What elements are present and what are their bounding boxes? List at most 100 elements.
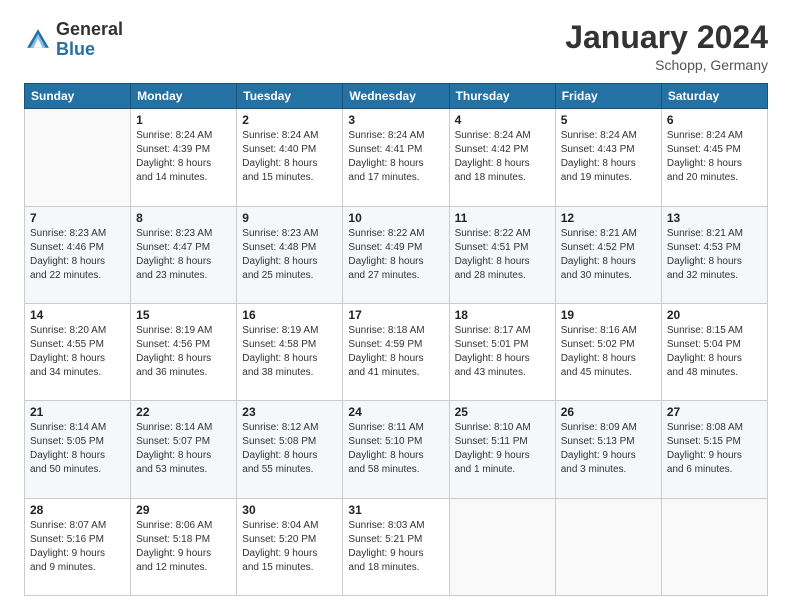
calendar-cell: 26 Sunrise: 8:09 AMSunset: 5:13 PMDayligh… xyxy=(555,401,661,498)
day-number: 20 xyxy=(667,308,762,322)
day-info: Sunrise: 8:23 AMSunset: 4:48 PMDaylight:… xyxy=(242,227,337,283)
col-header-thursday: Thursday xyxy=(449,84,555,109)
day-info: Sunrise: 8:17 AMSunset: 5:01 PMDaylight:… xyxy=(455,324,550,380)
day-number: 16 xyxy=(242,308,337,322)
col-header-monday: Monday xyxy=(131,84,237,109)
calendar-cell: 19 Sunrise: 8:16 AMSunset: 5:02 PMDayligh… xyxy=(555,303,661,400)
day-info: Sunrise: 8:19 AMSunset: 4:58 PMDaylight:… xyxy=(242,324,337,380)
calendar-cell: 2 Sunrise: 8:24 AMSunset: 4:40 PMDaylight… xyxy=(237,109,343,206)
day-number: 28 xyxy=(30,503,125,517)
day-number: 11 xyxy=(455,211,550,225)
calendar-cell: 6 Sunrise: 8:24 AMSunset: 4:45 PMDaylight… xyxy=(661,109,767,206)
day-number: 17 xyxy=(348,308,443,322)
day-info: Sunrise: 8:14 AMSunset: 5:05 PMDaylight:… xyxy=(30,421,125,477)
day-info: Sunrise: 8:10 AMSunset: 5:11 PMDaylight:… xyxy=(455,421,550,477)
calendar-cell: 3Sunrise: 8:24 AMSunset: 4:41 PMDaylight… xyxy=(343,109,449,206)
day-info: Sunrise: 8:06 AMSunset: 5:18 PMDaylight:… xyxy=(136,519,231,575)
day-info: Sunrise: 8:18 AMSunset: 4:59 PMDaylight:… xyxy=(348,324,443,380)
calendar-cell: 15 Sunrise: 8:19 AMSunset: 4:56 PMDayligh… xyxy=(131,303,237,400)
calendar-cell: 13Sunrise: 8:21 AMSunset: 4:53 PMDayligh… xyxy=(661,206,767,303)
col-header-sunday: Sunday xyxy=(25,84,131,109)
day-info: Sunrise: 8:24 AMSunset: 4:42 PMDaylight:… xyxy=(455,129,550,185)
day-number: 24 xyxy=(348,405,443,419)
week-row-5: 28Sunrise: 8:07 AMSunset: 5:16 PMDayligh… xyxy=(25,498,768,595)
day-info: Sunrise: 8:22 AMSunset: 4:51 PMDaylight:… xyxy=(455,227,550,283)
day-number: 14 xyxy=(30,308,125,322)
calendar-cell: 17 Sunrise: 8:18 AMSunset: 4:59 PMDayligh… xyxy=(343,303,449,400)
day-number: 4 xyxy=(455,113,550,127)
calendar-cell: 7Sunrise: 8:23 AMSunset: 4:46 PMDaylight… xyxy=(25,206,131,303)
day-info: Sunrise: 8:24 AMSunset: 4:43 PMDaylight:… xyxy=(561,129,656,185)
day-number: 1 xyxy=(136,113,231,127)
calendar-cell: 20Sunrise: 8:15 AMSunset: 5:04 PMDayligh… xyxy=(661,303,767,400)
day-info: Sunrise: 8:09 AMSunset: 5:13 PMDaylight:… xyxy=(561,421,656,477)
day-number: 25 xyxy=(455,405,550,419)
day-info: Sunrise: 8:22 AMSunset: 4:49 PMDaylight:… xyxy=(348,227,443,283)
day-info: Sunrise: 8:23 AMSunset: 4:47 PMDaylight:… xyxy=(136,227,231,283)
calendar-cell: 29 Sunrise: 8:06 AMSunset: 5:18 PMDayligh… xyxy=(131,498,237,595)
day-info: Sunrise: 8:24 AMSunset: 4:45 PMDaylight:… xyxy=(667,129,762,185)
logo-line1: General xyxy=(56,20,123,40)
month-title: January 2024 xyxy=(565,20,768,55)
calendar-cell: 24 Sunrise: 8:11 AMSunset: 5:10 PMDayligh… xyxy=(343,401,449,498)
day-info: Sunrise: 8:12 AMSunset: 5:08 PMDaylight:… xyxy=(242,421,337,477)
week-row-3: 14Sunrise: 8:20 AMSunset: 4:55 PMDayligh… xyxy=(25,303,768,400)
day-info: Sunrise: 8:24 AMSunset: 4:39 PMDaylight:… xyxy=(136,129,231,185)
page: General Blue January 2024 Schopp, German… xyxy=(0,0,792,612)
day-info: Sunrise: 8:11 AMSunset: 5:10 PMDaylight:… xyxy=(348,421,443,477)
calendar-cell: 22Sunrise: 8:14 AMSunset: 5:07 PMDayligh… xyxy=(131,401,237,498)
title-block: January 2024 Schopp, Germany xyxy=(565,20,768,73)
day-info: Sunrise: 8:16 AMSunset: 5:02 PMDaylight:… xyxy=(561,324,656,380)
calendar-cell: 12 Sunrise: 8:21 AMSunset: 4:52 PMDayligh… xyxy=(555,206,661,303)
day-number: 21 xyxy=(30,405,125,419)
day-number: 31 xyxy=(348,503,443,517)
day-info: Sunrise: 8:21 AMSunset: 4:52 PMDaylight:… xyxy=(561,227,656,283)
calendar-cell: 1 Sunrise: 8:24 AMSunset: 4:39 PMDaylight… xyxy=(131,109,237,206)
calendar-cell: 10 Sunrise: 8:22 AMSunset: 4:49 PMDayligh… xyxy=(343,206,449,303)
calendar-cell xyxy=(449,498,555,595)
calendar-cell xyxy=(661,498,767,595)
calendar-header-row: SundayMondayTuesdayWednesdayThursdayFrid… xyxy=(25,84,768,109)
day-number: 9 xyxy=(242,211,337,225)
day-info: Sunrise: 8:04 AMSunset: 5:20 PMDaylight:… xyxy=(242,519,337,575)
day-info: Sunrise: 8:21 AMSunset: 4:53 PMDaylight:… xyxy=(667,227,762,283)
calendar-cell: 8 Sunrise: 8:23 AMSunset: 4:47 PMDaylight… xyxy=(131,206,237,303)
day-number: 12 xyxy=(561,211,656,225)
day-number: 23 xyxy=(242,405,337,419)
calendar-cell: 21 Sunrise: 8:14 AMSunset: 5:05 PMDayligh… xyxy=(25,401,131,498)
day-info: Sunrise: 8:03 AMSunset: 5:21 PMDaylight:… xyxy=(348,519,443,575)
week-row-1: 1 Sunrise: 8:24 AMSunset: 4:39 PMDaylight… xyxy=(25,109,768,206)
day-info: Sunrise: 8:08 AMSunset: 5:15 PMDaylight:… xyxy=(667,421,762,477)
day-number: 2 xyxy=(242,113,337,127)
calendar-cell: 5 Sunrise: 8:24 AMSunset: 4:43 PMDaylight… xyxy=(555,109,661,206)
week-row-2: 7Sunrise: 8:23 AMSunset: 4:46 PMDaylight… xyxy=(25,206,768,303)
location-subtitle: Schopp, Germany xyxy=(565,57,768,73)
day-number: 15 xyxy=(136,308,231,322)
col-header-tuesday: Tuesday xyxy=(237,84,343,109)
calendar-cell xyxy=(555,498,661,595)
calendar-cell: 16 Sunrise: 8:19 AMSunset: 4:58 PMDayligh… xyxy=(237,303,343,400)
day-info: Sunrise: 8:24 AMSunset: 4:40 PMDaylight:… xyxy=(242,129,337,185)
calendar-cell: 27Sunrise: 8:08 AMSunset: 5:15 PMDayligh… xyxy=(661,401,767,498)
day-number: 26 xyxy=(561,405,656,419)
logo-icon xyxy=(24,26,52,54)
day-number: 5 xyxy=(561,113,656,127)
col-header-wednesday: Wednesday xyxy=(343,84,449,109)
calendar-table: SundayMondayTuesdayWednesdayThursdayFrid… xyxy=(24,83,768,596)
col-header-friday: Friday xyxy=(555,84,661,109)
day-number: 29 xyxy=(136,503,231,517)
calendar-cell xyxy=(25,109,131,206)
day-info: Sunrise: 8:19 AMSunset: 4:56 PMDaylight:… xyxy=(136,324,231,380)
day-number: 8 xyxy=(136,211,231,225)
calendar-cell: 9 Sunrise: 8:23 AMSunset: 4:48 PMDaylight… xyxy=(237,206,343,303)
calendar-cell: 23 Sunrise: 8:12 AMSunset: 5:08 PMDayligh… xyxy=(237,401,343,498)
day-number: 3 xyxy=(348,113,443,127)
logo-text: General Blue xyxy=(56,20,123,60)
calendar-cell: 11 Sunrise: 8:22 AMSunset: 4:51 PMDayligh… xyxy=(449,206,555,303)
day-number: 10 xyxy=(348,211,443,225)
calendar-cell: 18Sunrise: 8:17 AMSunset: 5:01 PMDayligh… xyxy=(449,303,555,400)
day-number: 22 xyxy=(136,405,231,419)
day-number: 19 xyxy=(561,308,656,322)
col-header-saturday: Saturday xyxy=(661,84,767,109)
day-number: 6 xyxy=(667,113,762,127)
